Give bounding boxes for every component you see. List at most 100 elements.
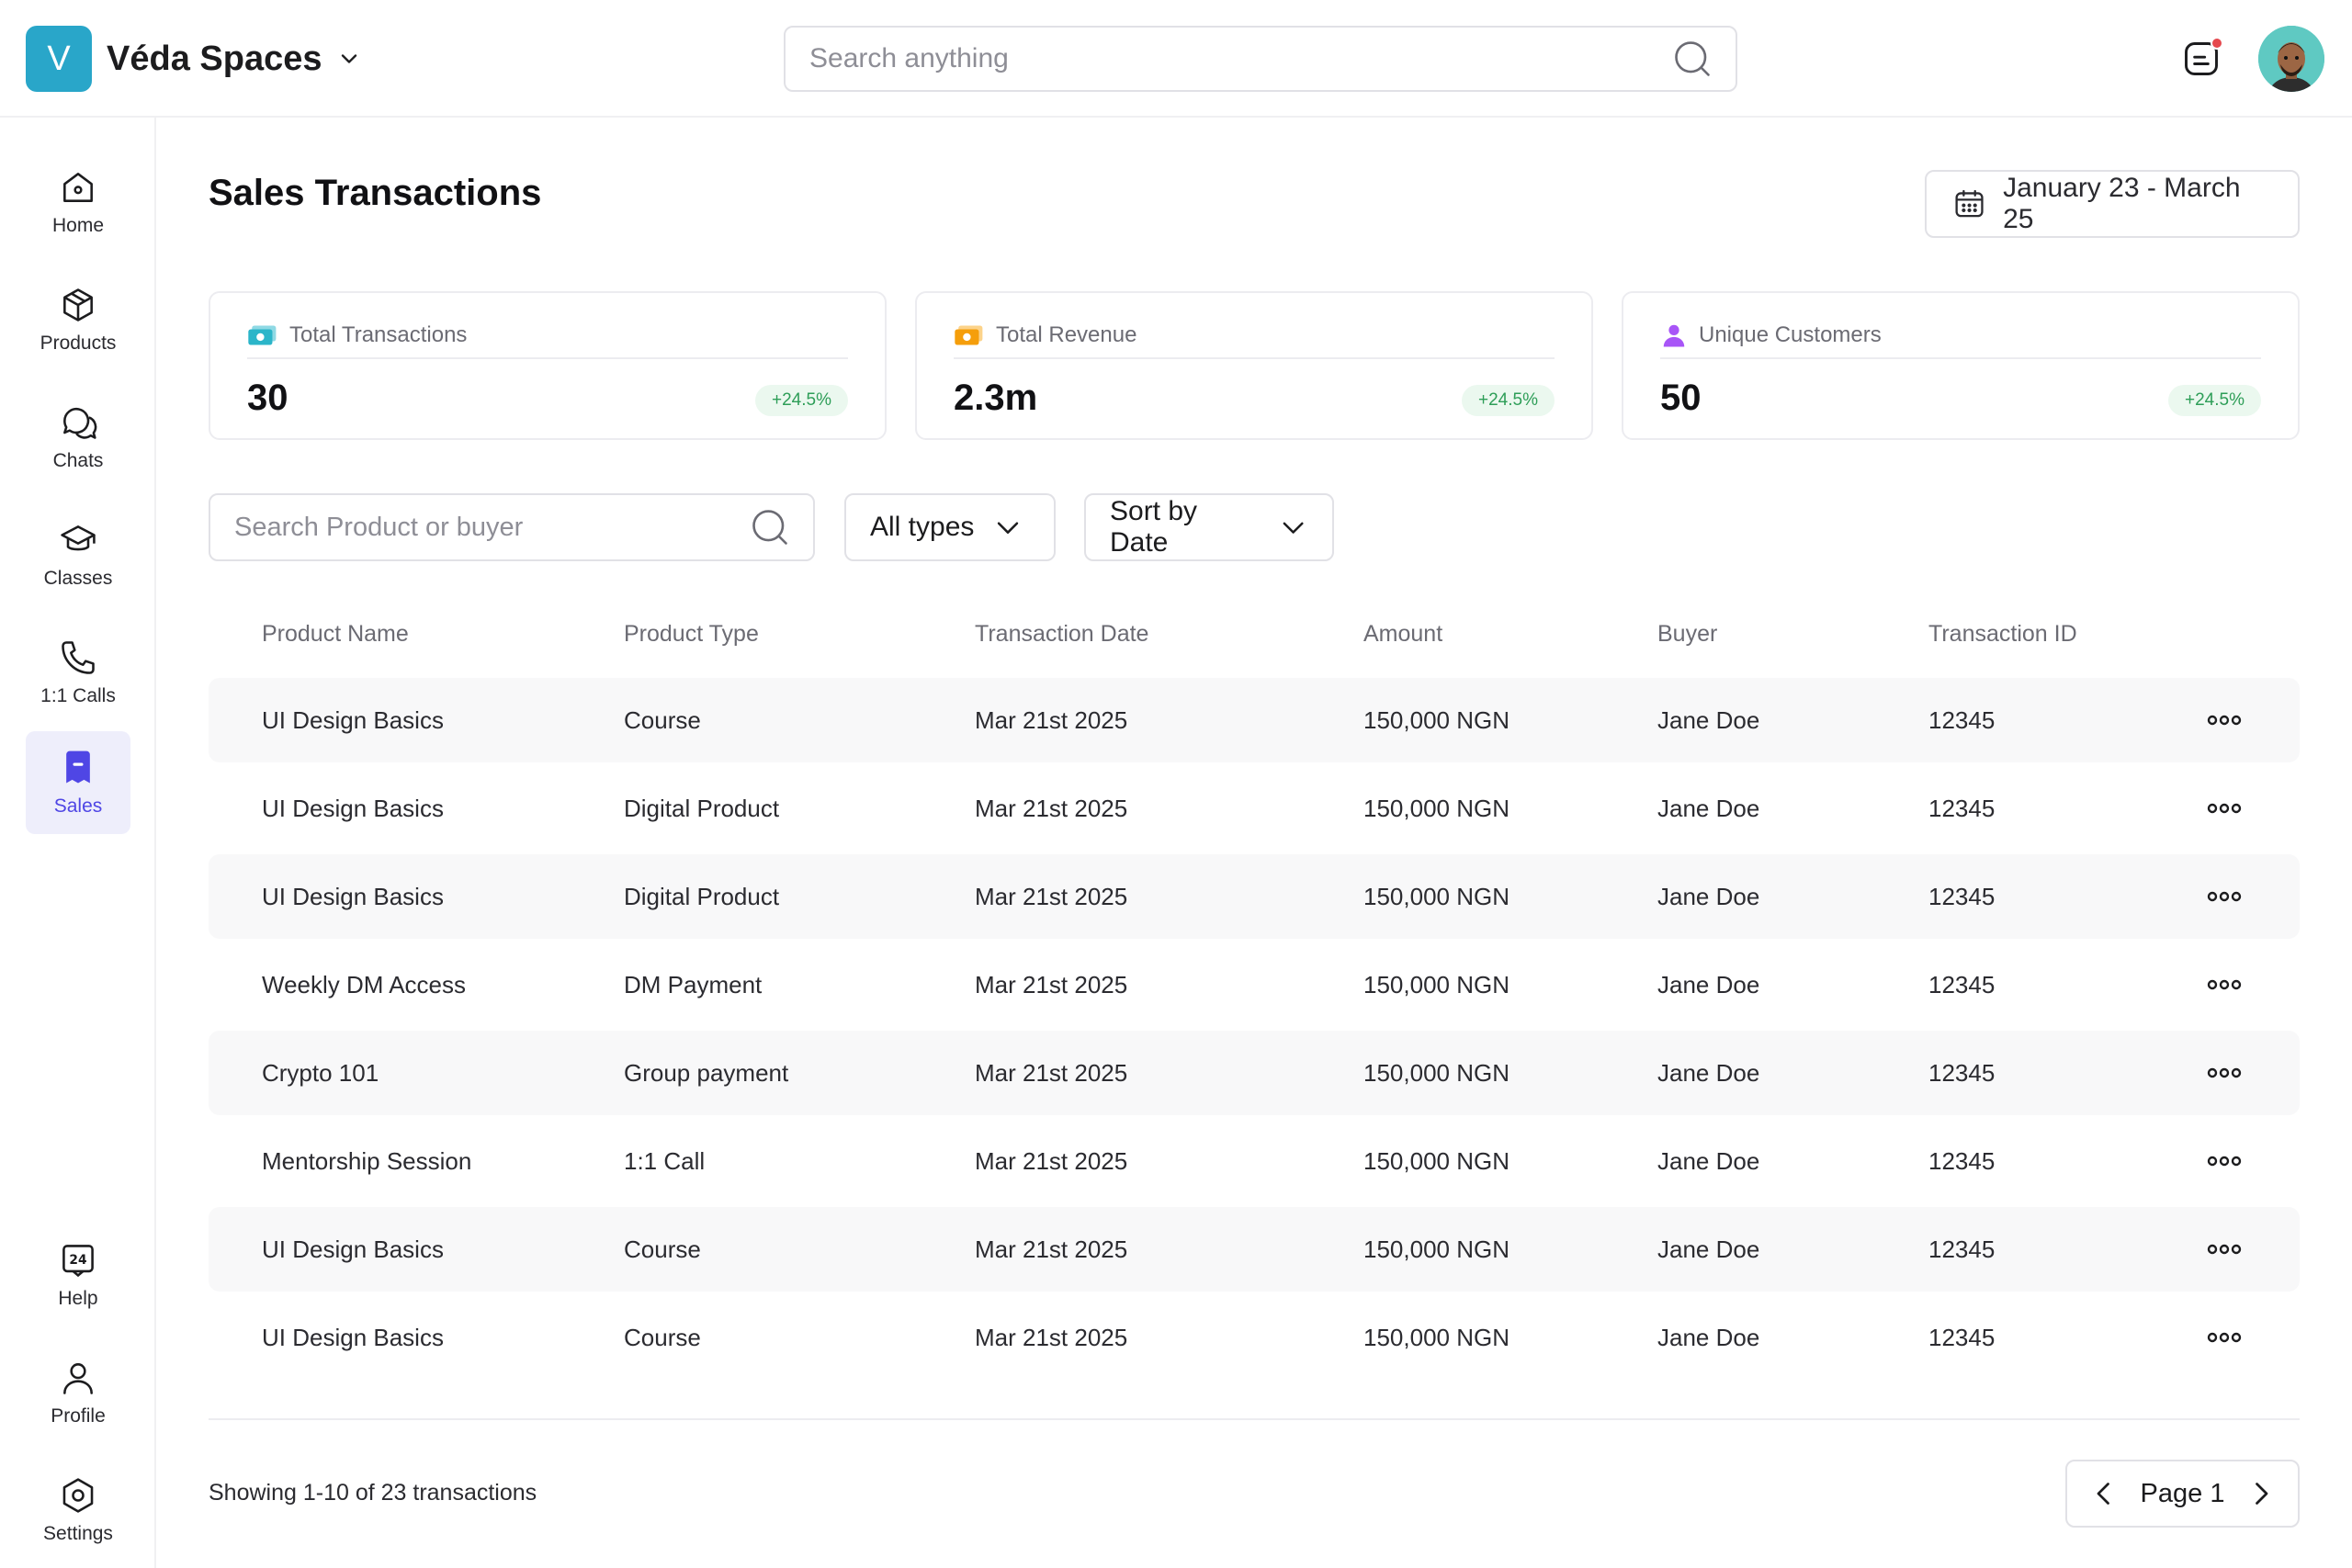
sidebar-item-home[interactable]: Home	[26, 151, 130, 254]
notification-button[interactable]	[2181, 37, 2223, 79]
table-row[interactable]: UI Design Basics Course Mar 21st 2025 150,0…	[209, 1295, 2300, 1380]
cell-buyer: Jane Doe	[1657, 1058, 1760, 1087]
pagination-summary: Showing 1-10 of 23 transactions	[209, 1480, 537, 1506]
sidebar-item-chats[interactable]: Chats	[26, 386, 130, 489]
stat-label: Unique Customers	[1699, 322, 1882, 347]
more-options-icon[interactable]	[2206, 795, 2243, 822]
more-options-icon[interactable]	[2206, 1059, 2243, 1087]
sidebar-item-label: Products	[40, 333, 117, 354]
sidebar-item-profile[interactable]: Profile	[26, 1341, 130, 1444]
sidebar-item-help[interactable]: 24 Help	[26, 1224, 130, 1326]
cash-icon	[248, 325, 277, 345]
more-options-icon[interactable]	[2206, 1324, 2243, 1351]
cell-amount: 150,000 NGN	[1363, 1146, 1510, 1175]
cell-product-type: Group payment	[624, 1058, 789, 1087]
column-header-amount[interactable]: Amount	[1363, 606, 1442, 661]
user-icon	[63, 1363, 93, 1394]
table-row[interactable]: UI Design Basics Course Mar 21st 2025 150,0…	[209, 678, 2300, 762]
sidebar-item-sales[interactable]: Sales	[26, 731, 130, 834]
column-header-product-name[interactable]: Product Name	[262, 606, 409, 661]
cell-transaction-id: 12345	[1928, 1058, 1996, 1087]
table-row[interactable]: Mentorship Session 1:1 Call Mar 21st 2025 1…	[209, 1119, 2300, 1203]
search-icon[interactable]	[1673, 39, 1712, 78]
global-search-input[interactable]	[809, 43, 1673, 74]
column-header-buyer[interactable]: Buyer	[1657, 606, 1717, 661]
workspace-switcher[interactable]: V Véda Spaces	[26, 26, 362, 92]
cell-product-name: UI Design Basics	[262, 794, 444, 822]
cell-transaction-id: 12345	[1928, 1146, 1996, 1175]
chevron-left-icon[interactable]	[2087, 1477, 2120, 1510]
workspace-logo: V	[26, 26, 92, 92]
sidebar-item-calls[interactable]: 1:1 Calls	[26, 621, 130, 724]
cell-buyer: Jane Doe	[1657, 1235, 1760, 1263]
more-options-icon[interactable]	[2206, 1235, 2243, 1263]
sidebar-item-label: Profile	[51, 1405, 106, 1427]
sidebar-item-settings[interactable]: Settings	[26, 1459, 130, 1562]
chat-icon	[63, 407, 97, 439]
sort-dropdown[interactable]: Sort by Date	[1084, 493, 1334, 561]
sidebar-item-classes[interactable]: Classes	[26, 503, 130, 606]
date-range-picker[interactable]: January 23 - March 25	[1925, 170, 2300, 238]
cell-transaction-id: 12345	[1928, 705, 1996, 734]
table-row[interactable]: Crypto 101 Group payment Mar 21st 2025 150,…	[209, 1031, 2300, 1115]
cell-buyer: Jane Doe	[1657, 705, 1760, 734]
stat-card-total-transactions: Total Transactions 30 +24.5%	[209, 291, 887, 440]
stat-change-badge: +24.5%	[2168, 385, 2261, 416]
page-label: Page 1	[2140, 1478, 2225, 1508]
cell-transaction-date: Mar 21st 2025	[975, 882, 1128, 910]
cell-amount: 150,000 NGN	[1363, 705, 1510, 734]
chevron-down-icon	[342, 54, 357, 63]
cell-product-type: 1:1 Call	[624, 1146, 706, 1175]
stat-value: 2.3m	[954, 378, 1038, 418]
receipt-icon	[66, 750, 90, 784]
stat-change-badge: +24.5%	[1462, 385, 1555, 416]
global-search	[784, 26, 1737, 92]
table-row[interactable]: UI Design Basics Course Mar 21st 2025 150,0…	[209, 1207, 2300, 1292]
more-options-icon[interactable]	[2206, 971, 2243, 998]
gear-icon	[62, 1478, 94, 1513]
stat-card-unique-customers: Unique Customers 50 +24.5%	[1622, 291, 2300, 440]
type-filter-dropdown[interactable]: All types	[844, 493, 1056, 561]
table-row[interactable]: Weekly DM Access DM Payment Mar 21st 2025 1…	[209, 942, 2300, 1027]
table-row[interactable]: UI Design Basics Digital Product Mar 21st …	[209, 766, 2300, 851]
cell-transaction-id: 12345	[1928, 970, 1996, 998]
cell-amount: 150,000 NGN	[1363, 1058, 1510, 1087]
sidebar: Home Products Chats Classes 1:1 Calls Sa…	[0, 118, 156, 1568]
stat-card-total-revenue: Total Revenue 2.3m +24.5%	[915, 291, 1593, 440]
pagination: Page 1	[2065, 1460, 2300, 1528]
sidebar-item-products[interactable]: Products	[26, 268, 130, 371]
stat-card-header: Total Revenue	[954, 313, 1555, 359]
calendar-icon	[1955, 189, 1984, 218]
cell-product-name: UI Design Basics	[262, 1323, 444, 1351]
cell-transaction-date: Mar 21st 2025	[975, 1058, 1128, 1087]
stat-card-header: Total Transactions	[247, 313, 848, 359]
search-icon[interactable]	[751, 508, 789, 547]
page-title: Sales Transactions	[209, 173, 542, 213]
chevron-right-icon[interactable]	[2245, 1477, 2278, 1510]
cell-transaction-id: 12345	[1928, 1235, 1996, 1263]
cell-product-name: UI Design Basics	[262, 882, 444, 910]
table-header: Product Name Product Type Transaction Da…	[209, 606, 2300, 661]
cell-product-name: Weekly DM Access	[262, 970, 467, 998]
cell-amount: 150,000 NGN	[1363, 970, 1510, 998]
help-24-icon: 24	[62, 1245, 94, 1278]
box-icon	[63, 288, 93, 321]
cell-transaction-date: Mar 21st 2025	[975, 970, 1128, 998]
more-options-icon[interactable]	[2206, 706, 2243, 734]
avatar[interactable]	[2258, 26, 2324, 92]
transaction-search-input[interactable]	[234, 512, 751, 543]
column-header-transaction-date[interactable]: Transaction Date	[975, 606, 1148, 661]
stat-label: Total Revenue	[996, 322, 1137, 347]
table-divider	[209, 1418, 2300, 1420]
column-header-transaction-id[interactable]: Transaction ID	[1928, 606, 2077, 661]
column-header-product-type[interactable]: Product Type	[624, 606, 759, 661]
more-options-icon[interactable]	[2206, 1147, 2243, 1175]
avatar-icon	[2258, 26, 2324, 92]
cell-product-type: Digital Product	[624, 882, 780, 910]
sidebar-item-label: Sales	[53, 795, 103, 817]
table-row[interactable]: UI Design Basics Digital Product Mar 21st …	[209, 854, 2300, 939]
cell-buyer: Jane Doe	[1657, 882, 1760, 910]
cell-buyer: Jane Doe	[1657, 794, 1760, 822]
more-options-icon[interactable]	[2206, 883, 2243, 910]
top-bar: V Véda Spaces	[0, 0, 2352, 118]
